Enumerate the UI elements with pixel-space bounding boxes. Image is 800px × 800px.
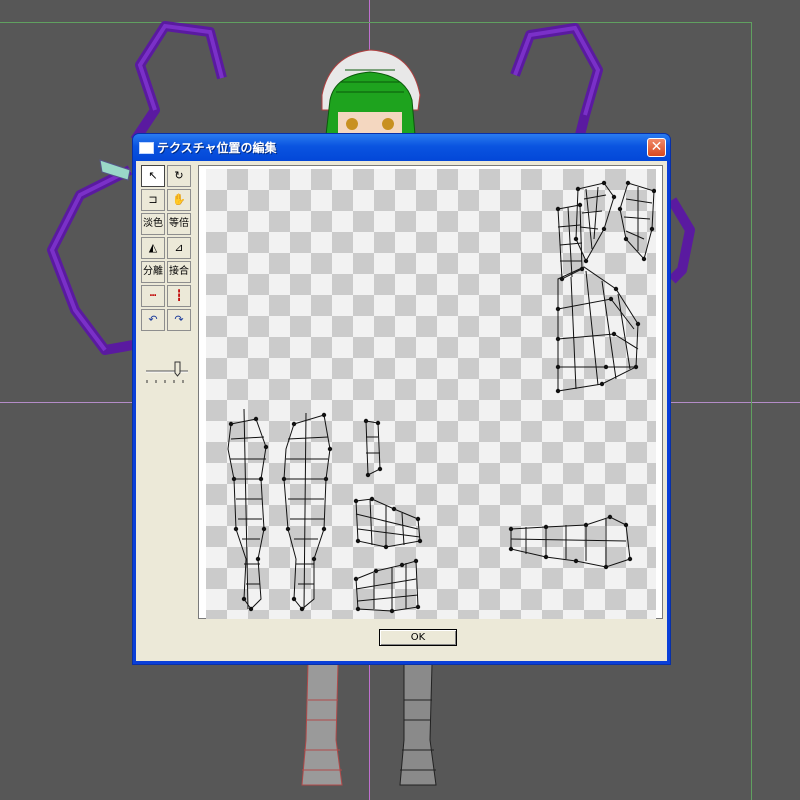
redo-icon: ↷	[174, 313, 184, 326]
uv-canvas[interactable]	[206, 169, 656, 619]
join-button[interactable]: 接合	[167, 261, 191, 283]
window-title: テクスチャ位置の編集	[157, 141, 277, 155]
select-tool-button[interactable]: ↖	[141, 165, 165, 187]
pointer-arrow-icon: ↖	[148, 169, 158, 182]
uv-island-arm[interactable]	[510, 516, 631, 568]
uv-island-shoe-a[interactable]	[355, 498, 421, 548]
title-bar[interactable]: テクスチャ位置の編集 ✕	[133, 134, 670, 161]
equal-scale-button[interactable]: 等倍	[167, 213, 191, 235]
character-legs	[301, 663, 437, 786]
opacity-slider[interactable]	[144, 359, 190, 385]
hand-icon: ✋	[172, 193, 186, 206]
rotate-icon: ↻	[174, 169, 184, 182]
horizontal-align-icon: ┅	[149, 289, 157, 302]
undo-icon: ↶	[148, 313, 158, 326]
uv-island-strip[interactable]	[365, 420, 381, 476]
dialog-client: ↖ ↻ ⊐ ✋ 淡色 等倍 ◭ ⊿ 分離 接合 ┅ ┇ ↶ ↷ OK	[136, 161, 667, 661]
flip-horizontal-icon: ◭	[148, 241, 158, 254]
uv-island-hair-b[interactable]	[619, 182, 655, 261]
ok-button[interactable]: OK	[379, 629, 457, 646]
scale-icon: ⊐	[148, 193, 158, 206]
uv-island-leg-left-2[interactable]	[283, 414, 331, 610]
pan-tool-button[interactable]: ✋	[167, 189, 191, 211]
character-head	[321, 49, 421, 136]
flip-horizontal-button[interactable]: ◭	[141, 237, 165, 259]
horizontal-align-button[interactable]: ┅	[141, 285, 165, 307]
rotate-tool-button[interactable]: ↻	[167, 165, 191, 187]
undo-button[interactable]: ↶	[141, 309, 165, 331]
window-icon	[139, 142, 154, 154]
split-button[interactable]: 分離	[141, 261, 165, 283]
uv-island-shoe-b[interactable]	[355, 560, 419, 612]
uv-canvas-frame	[198, 165, 663, 619]
scale-tool-button[interactable]: ⊐	[141, 189, 165, 211]
texture-position-dialog: テクスチャ位置の編集 ✕ ↖ ↻ ⊐ ✋ 淡色 等倍 ◭ ⊿ 分離 接合 ┅ ┇…	[133, 134, 670, 664]
flip-vertical-button[interactable]: ⊿	[167, 237, 191, 259]
vertical-align-icon: ┇	[175, 289, 183, 302]
flip-vertical-icon: ⊿	[174, 241, 184, 254]
redo-button[interactable]: ↷	[167, 309, 191, 331]
vertical-align-button[interactable]: ┇	[167, 285, 191, 307]
uv-mesh[interactable]	[206, 169, 656, 619]
uv-island-skirt[interactable]	[557, 266, 639, 392]
close-button[interactable]: ✕	[647, 138, 666, 157]
pale-color-button[interactable]: 淡色	[141, 213, 165, 235]
